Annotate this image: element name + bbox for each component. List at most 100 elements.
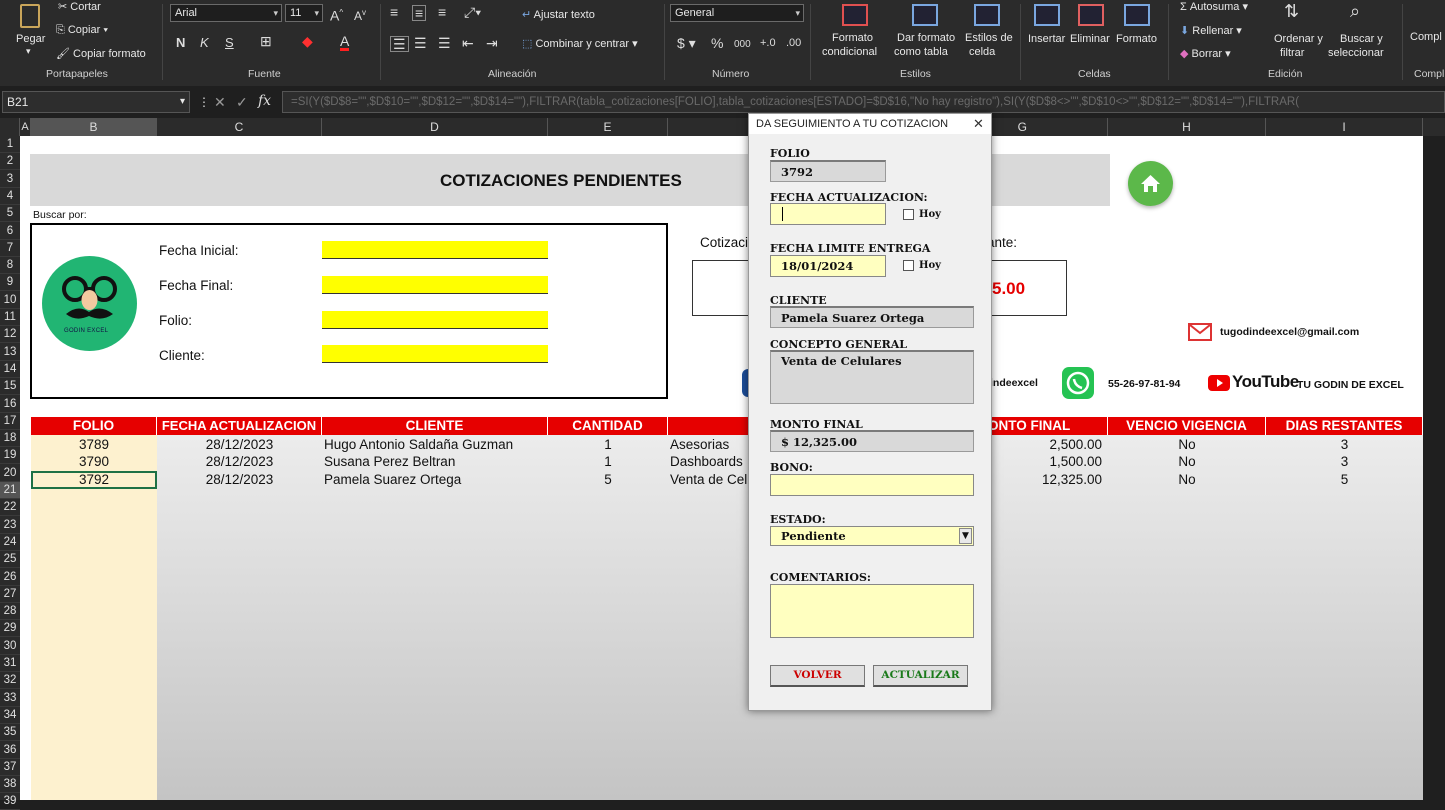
deadline-field[interactable]: 18/01/2024 — [770, 255, 886, 277]
chevron-down-icon[interactable]: ▼ — [959, 528, 972, 544]
row-header[interactable]: 34 — [0, 707, 20, 724]
header-quantity[interactable]: CANTIDAD — [548, 417, 668, 435]
row-header[interactable]: 10 — [0, 292, 20, 309]
row-header[interactable]: 19 — [0, 447, 20, 465]
whatsapp-icon[interactable] — [1062, 367, 1094, 399]
bonus-field[interactable] — [770, 474, 974, 496]
cell-styles-button[interactable]: Estilos de celda — [962, 2, 1014, 62]
align-middle-icon[interactable]: ≡ — [412, 5, 427, 21]
currency-button[interactable]: $ ▾ — [677, 36, 696, 50]
header-folio[interactable]: FOLIO — [31, 417, 157, 435]
decrease-font-icon[interactable]: Av — [354, 6, 366, 23]
cell-days[interactable]: 3 — [1266, 437, 1423, 452]
close-icon[interactable]: ✕ — [973, 116, 984, 132]
update-date-field[interactable] — [770, 203, 886, 225]
decrease-decimal-icon[interactable]: .00 — [786, 36, 801, 50]
percent-button[interactable]: % — [711, 36, 723, 50]
borders-icon[interactable]: ⊞ — [260, 34, 272, 48]
cell-folio[interactable]: 3790 — [31, 454, 157, 469]
start-date-input[interactable] — [322, 241, 548, 259]
clear-button[interactable]: ◆ Borrar ▾ — [1180, 47, 1231, 60]
final-amount-field[interactable]: $ 12,325.00 — [770, 430, 974, 452]
cell-days[interactable]: 3 — [1266, 454, 1423, 469]
cell-qty[interactable]: 5 — [548, 472, 668, 487]
row-header[interactable]: 30 — [0, 638, 20, 655]
align-left-icon[interactable]: ☰ — [390, 36, 409, 52]
header-expired[interactable]: VENCIO VIGENCIA — [1108, 417, 1266, 435]
cell-qty[interactable]: 1 — [548, 437, 668, 452]
row-header[interactable]: 13 — [0, 344, 20, 361]
complements-button[interactable]: Compl — [1410, 31, 1442, 43]
client-input[interactable] — [322, 345, 548, 363]
row-header[interactable]: 5 — [0, 205, 20, 223]
orientation-icon[interactable]: ⤢▾ — [464, 5, 481, 19]
row-header[interactable]: 36 — [0, 742, 20, 759]
row-header[interactable]: 39 — [0, 793, 20, 810]
folio-input[interactable] — [322, 311, 548, 329]
row-header[interactable]: 14 — [0, 361, 20, 378]
cell-expired[interactable]: No — [1108, 472, 1266, 487]
row-header[interactable]: 33 — [0, 690, 20, 707]
concept-field[interactable]: Venta de Celulares — [770, 350, 974, 404]
cell-folio[interactable]: 3792 — [31, 472, 157, 487]
font-color-icon[interactable]: A — [340, 34, 350, 51]
autosum-button[interactable]: Σ Autosuma ▾ — [1180, 0, 1248, 13]
fill-button[interactable]: ⬇ Rellenar ▾ — [1180, 24, 1242, 37]
row-header[interactable]: 6 — [0, 223, 20, 240]
row-header[interactable]: 38 — [0, 776, 20, 794]
column-header-a[interactable]: A — [20, 118, 31, 136]
header-days-left[interactable]: DIAS RESTANTES — [1266, 417, 1423, 435]
paste-button[interactable]: Pegar ▾ — [12, 2, 50, 58]
formula-input[interactable]: =SI(Y($D$8="",$D$10="",$D$12="",$D$14=""… — [282, 91, 1445, 113]
header-update-date[interactable]: FECHA ACTUALIZACION — [157, 417, 322, 435]
find-select-button[interactable]: ⌕ Buscar y seleccionar — [1326, 2, 1392, 62]
cell-client[interactable]: Susana Perez Beltran — [324, 454, 548, 469]
comments-field[interactable] — [770, 584, 974, 638]
fill-color-icon[interactable]: ◆ — [302, 34, 313, 48]
font-name-select[interactable]: Arial ▾ — [170, 4, 282, 22]
column-header-e[interactable]: E — [548, 118, 668, 136]
row-header[interactable]: 20 — [0, 465, 20, 482]
cell-folio[interactable]: 3789 — [31, 437, 157, 452]
name-box[interactable]: B21 ▾ — [2, 91, 190, 113]
row-header[interactable]: 32 — [0, 672, 20, 690]
worksheet[interactable]: COTIZACIONES PENDIENTES Buscar por: GODI… — [20, 136, 1423, 800]
cell-qty[interactable]: 1 — [548, 454, 668, 469]
row-header[interactable]: 17 — [0, 413, 20, 430]
row-header[interactable]: 1 — [0, 136, 20, 153]
gmail-icon[interactable] — [1188, 323, 1212, 341]
end-date-input[interactable] — [322, 276, 548, 294]
cell-client[interactable]: Pamela Suarez Ortega — [324, 472, 548, 487]
merge-center-button[interactable]: ⬚ Combinar y centrar ▾ — [522, 37, 638, 50]
format-painter-button[interactable]: 🖌 Copiar formato — [56, 47, 146, 60]
format-as-table-button[interactable]: Dar formato como tabla — [892, 2, 958, 62]
row-header[interactable]: 25 — [0, 551, 20, 569]
client-field[interactable]: Pamela Suarez Ortega — [770, 306, 974, 328]
column-header-b[interactable]: B — [31, 118, 157, 136]
youtube-icon[interactable] — [1208, 375, 1230, 391]
increase-indent-icon[interactable]: ⇥ — [486, 36, 498, 50]
align-bottom-icon[interactable]: ≡ — [438, 5, 446, 19]
column-header-i[interactable]: I — [1266, 118, 1423, 136]
cut-button[interactable]: ✂ Cortar — [58, 0, 101, 13]
row-header[interactable]: 12 — [0, 326, 20, 344]
decrease-indent-icon[interactable]: ⇤ — [462, 36, 474, 50]
row-header[interactable]: 8 — [0, 257, 20, 275]
cancel-icon[interactable]: ✕ — [214, 95, 226, 109]
sort-filter-button[interactable]: ⇅ Ordenar y filtrar — [1270, 2, 1326, 62]
column-header-c[interactable]: C — [157, 118, 322, 136]
copy-button[interactable]: ⎘ Copiar ▾ — [56, 24, 108, 37]
column-header-d[interactable]: D — [322, 118, 548, 136]
cell-concept[interactable]: Dashboards — [670, 454, 750, 469]
cell-expired[interactable]: No — [1108, 437, 1266, 452]
row-header[interactable]: 2 — [0, 153, 20, 171]
today-checkbox-2[interactable] — [903, 260, 914, 271]
folio-field[interactable]: 3792 — [770, 160, 886, 182]
row-header[interactable]: 21 — [0, 482, 20, 499]
cell-date[interactable]: 28/12/2023 — [157, 472, 322, 487]
row-header[interactable]: 26 — [0, 569, 20, 586]
cell-client[interactable]: Hugo Antonio Saldaña Guzman — [324, 437, 548, 452]
select-all-corner[interactable] — [0, 118, 20, 136]
delete-button[interactable]: Eliminar — [1070, 2, 1114, 62]
cell-days[interactable]: 5 — [1266, 472, 1423, 487]
